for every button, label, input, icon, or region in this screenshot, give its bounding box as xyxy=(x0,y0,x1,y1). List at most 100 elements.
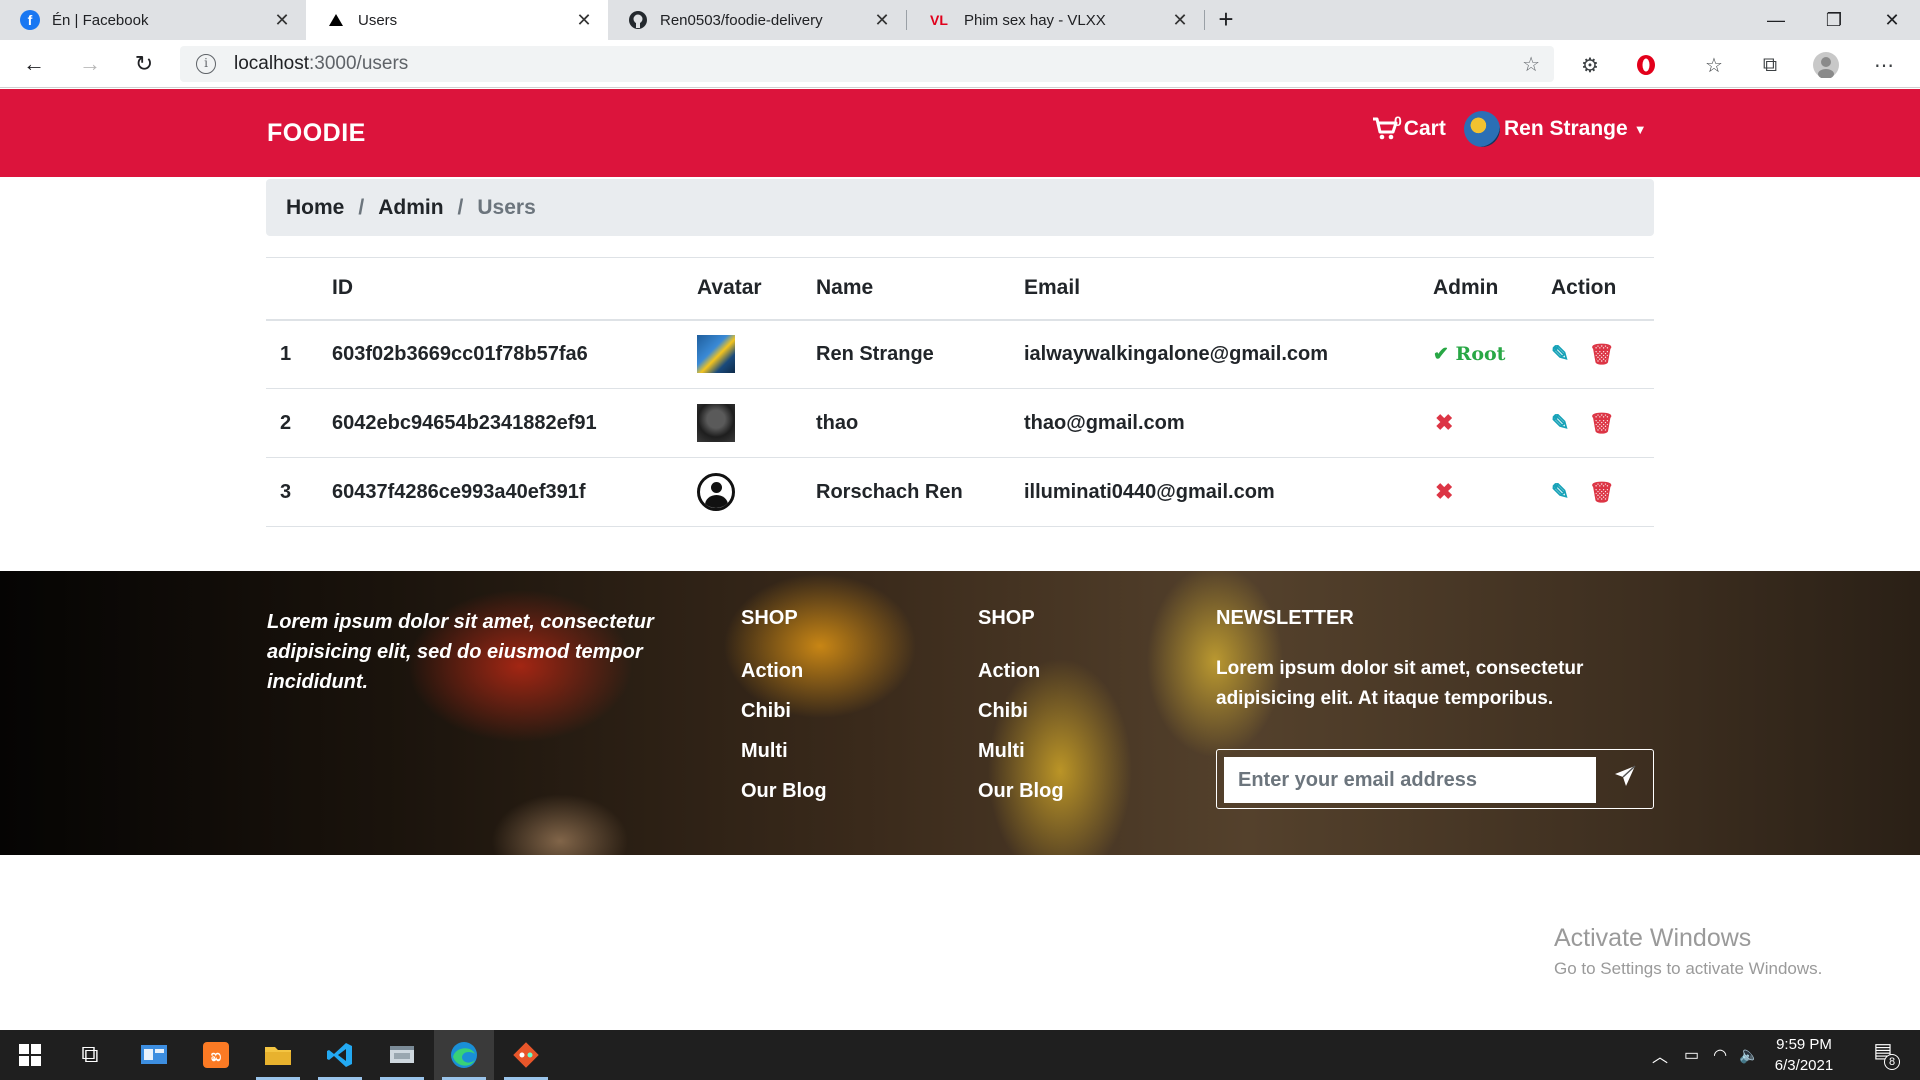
trash-icon[interactable]: 🗑 xyxy=(1589,344,1614,366)
file-explorer-icon[interactable] xyxy=(248,1030,308,1080)
footer-link-blog[interactable]: Our Blog xyxy=(741,780,827,820)
battery-icon[interactable]: ▭ xyxy=(1684,1045,1699,1065)
footer-about-text: Lorem ipsum dolor sit amet, consectetur … xyxy=(267,611,654,693)
tab-users[interactable]: Users ✕ xyxy=(306,0,608,40)
task-view-icon[interactable]: ⧉ xyxy=(60,1030,120,1080)
user-email: ialwaywalkingalone@gmail.com xyxy=(1024,319,1433,389)
browser-tabstrip: f Én | Facebook ✕ Users ✕ Ren0503/foodie… xyxy=(0,0,1920,40)
row-index: 3 xyxy=(266,457,332,527)
footer-newsletter: NEWSLETTER Lorem ipsum dolor sit amet, c… xyxy=(1216,607,1636,714)
minimize-button[interactable]: — xyxy=(1748,0,1804,40)
svg-text:ಐ: ಐ xyxy=(211,1048,221,1065)
edit-icon[interactable]: ✎ xyxy=(1551,341,1569,366)
footer-link-multi[interactable]: Multi xyxy=(741,740,827,780)
caret-down-icon: ▼ xyxy=(1633,121,1647,137)
column-header-email: Email xyxy=(1024,257,1433,321)
notification-center-icon[interactable]: ▤ 8 xyxy=(1866,1038,1900,1072)
row-index: 1 xyxy=(266,319,332,389)
column-header-id: ID xyxy=(332,257,697,321)
reload-button[interactable]: ↻ xyxy=(126,48,162,80)
footer-link-chibi[interactable]: Chibi xyxy=(978,700,1064,740)
column-header-admin: Admin xyxy=(1433,257,1551,321)
user-name: Ren Strange xyxy=(816,319,1024,389)
newsletter-text: Lorem ipsum dolor sit amet, consectetur … xyxy=(1216,658,1584,709)
column-header-avatar: Avatar xyxy=(697,257,816,321)
footer-link-blog[interactable]: Our Blog xyxy=(978,780,1064,820)
cart-label: Cart xyxy=(1403,117,1446,140)
tab-divider xyxy=(1204,10,1205,30)
system-clock[interactable]: 9:59 PM 6/3/2021 xyxy=(1764,1034,1844,1076)
trash-icon[interactable]: 🗑 xyxy=(1589,413,1614,435)
system-tray: ︿ ▭ ◠ 🔈 xyxy=(1652,1030,1759,1080)
footer-link-chibi[interactable]: Chibi xyxy=(741,700,827,740)
table-row: 2 6042ebc94654b2341882ef91 thao thao@gma… xyxy=(266,388,1654,458)
cart-icon xyxy=(1372,117,1398,148)
cart-link[interactable]: 0 Cart xyxy=(1372,113,1446,148)
favorites-icon[interactable]: ☆ xyxy=(1700,52,1728,78)
watermark-subtitle: Go to Settings to activate Windows. xyxy=(1554,959,1823,978)
check-icon: ✔ xyxy=(1433,342,1449,365)
vscode-icon[interactable] xyxy=(310,1030,370,1080)
clock-time: 9:59 PM xyxy=(1776,1036,1832,1053)
breadcrumb-home[interactable]: Home xyxy=(286,196,344,220)
volume-icon[interactable]: 🔈 xyxy=(1739,1045,1759,1065)
add-favorite-icon[interactable]: ☆ xyxy=(1522,52,1540,77)
footer-link-multi[interactable]: Multi xyxy=(978,740,1064,780)
restore-button[interactable]: ❐ xyxy=(1806,0,1862,40)
close-tab-icon[interactable]: ✕ xyxy=(574,10,594,31)
close-tab-icon[interactable]: ✕ xyxy=(1170,10,1190,31)
new-tab-button[interactable]: + xyxy=(1212,6,1240,34)
user-id: 60437f4286ce993a40ef391f xyxy=(332,457,697,527)
opera-addon-icon[interactable] xyxy=(1632,52,1660,78)
user-dropdown[interactable]: Ren Strange ▼ xyxy=(1464,111,1647,147)
notification-count: 8 xyxy=(1884,1054,1900,1070)
close-tab-icon[interactable]: ✕ xyxy=(272,10,292,31)
user-name: Rorschach Ren xyxy=(816,457,1024,527)
control-panel-icon[interactable] xyxy=(124,1030,184,1080)
triangle-icon xyxy=(326,10,346,30)
avatar xyxy=(697,404,735,442)
activate-windows-watermark: Activate Windows Go to Settings to activ… xyxy=(1554,924,1822,979)
windows-taskbar: ⧉ ಐ ︿ ▭ ◠ 🔈 9:59 PM 6/3/2021 ▤ 8 xyxy=(0,1030,1920,1080)
close-window-button[interactable]: ✕ xyxy=(1864,0,1920,40)
edit-icon[interactable]: ✎ xyxy=(1551,410,1569,435)
app-window-icon[interactable] xyxy=(372,1030,432,1080)
more-menu-icon[interactable]: ⋯ xyxy=(1870,52,1898,78)
newsletter-email-input[interactable] xyxy=(1224,757,1596,803)
chevron-up-icon[interactable]: ︿ xyxy=(1652,1043,1668,1067)
tab-title: Én | Facebook xyxy=(52,11,149,29)
close-tab-icon[interactable]: ✕ xyxy=(872,10,892,31)
extension-icon[interactable]: ⚙ xyxy=(1576,52,1604,78)
edge-icon[interactable] xyxy=(434,1030,494,1080)
user-email: illuminati0440@gmail.com xyxy=(1024,457,1433,527)
profile-icon[interactable] xyxy=(1812,52,1840,78)
paper-plane-icon[interactable] xyxy=(1610,764,1640,794)
windows-start-icon[interactable] xyxy=(0,1030,60,1080)
wifi-icon[interactable]: ◠ xyxy=(1713,1045,1727,1065)
git-icon[interactable] xyxy=(496,1030,556,1080)
column-header-name: Name xyxy=(816,257,1024,321)
collections-icon[interactable]: ⧉ xyxy=(1756,52,1784,78)
footer-link-action[interactable]: Action xyxy=(741,660,827,700)
forward-button[interactable]: → xyxy=(72,48,108,80)
brand-logo[interactable]: FOODIE xyxy=(267,119,366,148)
xampp-icon[interactable]: ಐ xyxy=(186,1030,246,1080)
newsletter-form xyxy=(1216,749,1654,809)
table-row: 3 60437f4286ce993a40ef391f Rorschach Ren… xyxy=(266,457,1654,527)
address-toolbar: ← → ↻ i localhost:3000/users ☆ ⚙ ☆ ⧉ ⋯ xyxy=(0,40,1920,88)
breadcrumb-admin[interactable]: Admin xyxy=(378,196,443,220)
footer-shop-column: SHOP Action Chibi Multi Our Blog xyxy=(978,607,1064,820)
user-id: 603f02b3669cc01f78b57fa6 xyxy=(332,319,697,389)
trash-icon[interactable]: 🗑 xyxy=(1589,482,1614,504)
edit-icon[interactable]: ✎ xyxy=(1551,479,1569,504)
footer-column-heading: SHOP xyxy=(978,607,1035,629)
tab-facebook[interactable]: f Én | Facebook ✕ xyxy=(0,0,306,40)
footer-link-action[interactable]: Action xyxy=(978,660,1064,700)
back-button[interactable]: ← xyxy=(16,48,52,80)
tab-github[interactable]: Ren0503/foodie-delivery ✕ xyxy=(608,0,906,40)
users-table: ID Avatar Name Email Admin Action 1 603f… xyxy=(266,257,1654,527)
site-info-icon[interactable]: i xyxy=(196,54,216,74)
tab-vlxx[interactable]: VL Phim sex hay - VLXX ✕ xyxy=(906,0,1204,40)
address-bar[interactable]: i localhost:3000/users ☆ xyxy=(180,46,1554,82)
x-icon: ✖ xyxy=(1435,410,1454,435)
